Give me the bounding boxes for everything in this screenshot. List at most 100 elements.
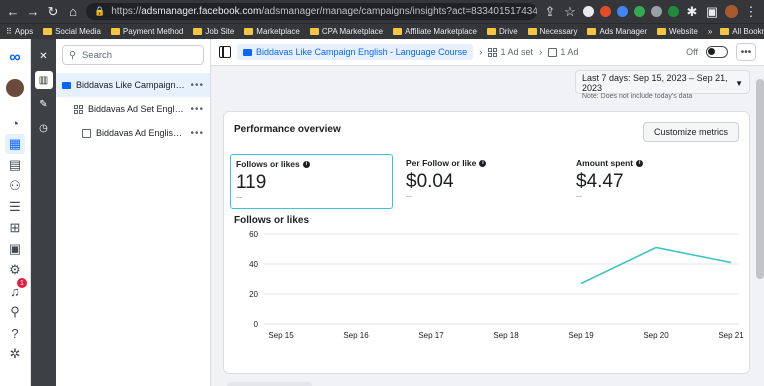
kebab-menu-icon[interactable]: ⋮ <box>744 4 758 20</box>
search-input[interactable]: ⚲ Search <box>62 45 204 65</box>
address-bar[interactable]: 🔒 https://adsmanager.facebook.com/adsman… <box>86 3 537 20</box>
info-icon[interactable]: i <box>479 159 487 167</box>
vertical-scrollbar[interactable] <box>756 79 764 279</box>
extension-icon[interactable] <box>583 6 594 17</box>
adset-grid-icon <box>488 47 498 57</box>
extension-icon[interactable] <box>617 6 628 17</box>
adset-grid-icon <box>74 104 83 114</box>
metric-per-follow-or-like[interactable]: Per Follow or like i $0.04 -- <box>401 154 564 209</box>
more-actions-button[interactable]: ••• <box>736 43 756 61</box>
date-range-note: Note: Does not include today's data <box>582 93 693 100</box>
ad-icon <box>548 47 558 57</box>
tree-item-adset[interactable]: Biddavas Ad Set English ... ••• <box>56 97 210 121</box>
bookmark-folder[interactable]: Drive <box>486 27 518 36</box>
help-icon[interactable]: ? <box>5 323 25 343</box>
metric-amount-spent[interactable]: Amount spent i $4.47 -- <box>571 154 734 209</box>
puzzle-icon[interactable]: ✱ <box>685 4 699 20</box>
settings-gear-icon[interactable]: ⚙ <box>5 260 25 280</box>
date-range-label: Last 7 days: Sep 15, 2023 – Sep 21, 2023 <box>582 73 728 93</box>
x-tick-label: Sep 15 <box>268 331 294 340</box>
lock-icon: 🔒 <box>94 6 106 16</box>
bookmark-apps[interactable]: ⠿ Apps <box>6 27 33 36</box>
close-icon[interactable]: ✕ <box>35 47 53 65</box>
bookmark-folder[interactable]: Website <box>657 27 698 36</box>
bookmark-folder[interactable]: Payment Method <box>110 27 183 36</box>
reload-icon[interactable]: ↻ <box>46 4 60 20</box>
info-icon[interactable]: i <box>636 159 644 167</box>
extension-icon[interactable] <box>668 6 679 17</box>
card-title: Performance overview <box>234 124 341 135</box>
tree-item-campaign[interactable]: Biddavas Like Campaign E... ••• <box>56 73 210 97</box>
forward-icon[interactable]: → <box>26 4 40 19</box>
search-icon: ⚲ <box>69 49 76 61</box>
bug-report-icon[interactable]: ✲ <box>5 344 25 364</box>
metric-label: Per Follow or like <box>406 158 477 168</box>
more-options-button[interactable]: ••• <box>190 128 204 139</box>
y-tick-label: 20 <box>249 290 258 299</box>
all-bookmarks-button[interactable]: All Bookmarks <box>720 27 764 36</box>
bookmark-folder[interactable]: Marketplace <box>244 27 300 36</box>
share-icon[interactable]: ⇪ <box>543 4 557 20</box>
media-icon[interactable]: ▣ <box>5 239 25 259</box>
clock-history-icon[interactable]: ◷ <box>35 119 53 137</box>
tree-item-label: Biddavas Ad Set English ... <box>88 104 186 114</box>
chevron-right-icon: › <box>539 46 543 58</box>
extension-icon[interactable] <box>634 6 645 17</box>
campaign-status-toggle[interactable] <box>706 46 728 58</box>
breadcrumb-campaign[interactable]: Biddavas Like Campaign English - Languag… <box>237 44 474 60</box>
metric-follows-or-likes[interactable]: Follows or likes i 119 -- <box>230 154 393 209</box>
tree-item-label: Biddavas Ad English - ... <box>96 128 186 138</box>
chart-title: Follows or likes <box>234 215 310 226</box>
more-bookmarks-button[interactable]: » <box>708 27 712 36</box>
series-line <box>580 246 732 285</box>
dashboard-icon[interactable]: ◔ <box>5 113 25 133</box>
apps-grid-icon: ⠿ <box>6 27 12 36</box>
campaigns-table-icon[interactable]: ▦ <box>5 134 25 154</box>
breadcrumb-adset[interactable]: 1 Ad set <box>488 47 533 57</box>
folder-icon <box>486 28 496 35</box>
edit-pencil-icon[interactable]: ✎ <box>35 95 53 113</box>
global-nav-rail: ∞ ◔ ▦ ▤ ⚇ ☰ ⊞ ▣ ⚙ ♫ 1 ⚲ ? ✲ <box>0 39 31 386</box>
toggle-panel-icon[interactable] <box>219 46 231 58</box>
x-tick-label: Sep 21 <box>718 331 744 340</box>
bookmark-folder[interactable]: Affiliate Marketplace <box>393 27 477 36</box>
meta-logo-icon[interactable]: ∞ <box>5 47 25 69</box>
tree-item-ad[interactable]: Biddavas Ad English - ... ••• <box>56 121 210 145</box>
more-options-button[interactable]: ••• <box>190 80 204 91</box>
catalog-icon[interactable]: ☰ <box>5 197 25 217</box>
search-icon[interactable]: ⚲ <box>5 302 25 322</box>
bookmarks-bar: ⠿ Apps Social Media Payment Method Job Si… <box>0 23 764 39</box>
star-icon[interactable]: ☆ <box>563 4 577 20</box>
bar-chart-icon[interactable]: ▥ <box>34 71 53 89</box>
chevron-right-icon: › <box>479 46 483 58</box>
notifications-bell-icon[interactable]: ♫ 1 <box>5 278 27 301</box>
follows-or-likes-chart: 60 40 20 0 Sep 15 Sep 16 Sep 17 Sep 18 Sep 19 Sep… <box>249 230 744 340</box>
bookmark-folder[interactable]: Necessary <box>527 27 577 36</box>
customize-metrics-button[interactable]: Customize metrics <box>642 122 739 142</box>
bookmark-folder[interactable]: Social Media <box>43 27 101 36</box>
ads-manager-app: ∞ ◔ ▦ ▤ ⚇ ☰ ⊞ ▣ ⚙ ♫ 1 ⚲ ? ✲ ✕ ▥ ✎ ◷ ⚲ Sea… <box>0 39 764 386</box>
tree-item-label: Biddavas Like Campaign E... <box>76 80 186 90</box>
more-options-button[interactable]: ••• <box>190 104 204 115</box>
campaign-folder-icon <box>62 81 71 89</box>
extension-icon[interactable] <box>600 6 611 17</box>
home-icon[interactable]: ⌂ <box>66 4 80 19</box>
bookmark-folder[interactable]: Job Site <box>193 27 234 36</box>
info-icon[interactable]: i <box>302 160 310 168</box>
main-content: Biddavas Like Campaign English - Languag… <box>211 39 764 386</box>
back-icon[interactable]: ← <box>6 4 20 19</box>
date-range-picker[interactable]: Last 7 days: Sep 15, 2023 – Sep 21, 2023… <box>575 70 750 100</box>
breadcrumb-ad[interactable]: 1 Ad <box>548 47 578 57</box>
breadcrumb-ad-label: 1 Ad <box>560 47 579 57</box>
extension-icon[interactable] <box>651 6 662 17</box>
audiences-icon[interactable]: ⚇ <box>5 176 25 196</box>
sidepanel-icon[interactable]: ▣ <box>705 4 719 20</box>
bookmark-folder[interactable]: Ads Manager <box>587 27 647 36</box>
caret-down-icon: ▼ <box>735 79 743 88</box>
search-placeholder: Search <box>81 49 113 61</box>
avatar[interactable] <box>6 79 24 97</box>
commerce-icon[interactable]: ⊞ <box>5 218 25 238</box>
bookmark-folder[interactable]: CPA Marketplace <box>309 27 383 36</box>
profile-avatar[interactable] <box>725 5 738 18</box>
pages-icon[interactable]: ▤ <box>5 155 25 175</box>
